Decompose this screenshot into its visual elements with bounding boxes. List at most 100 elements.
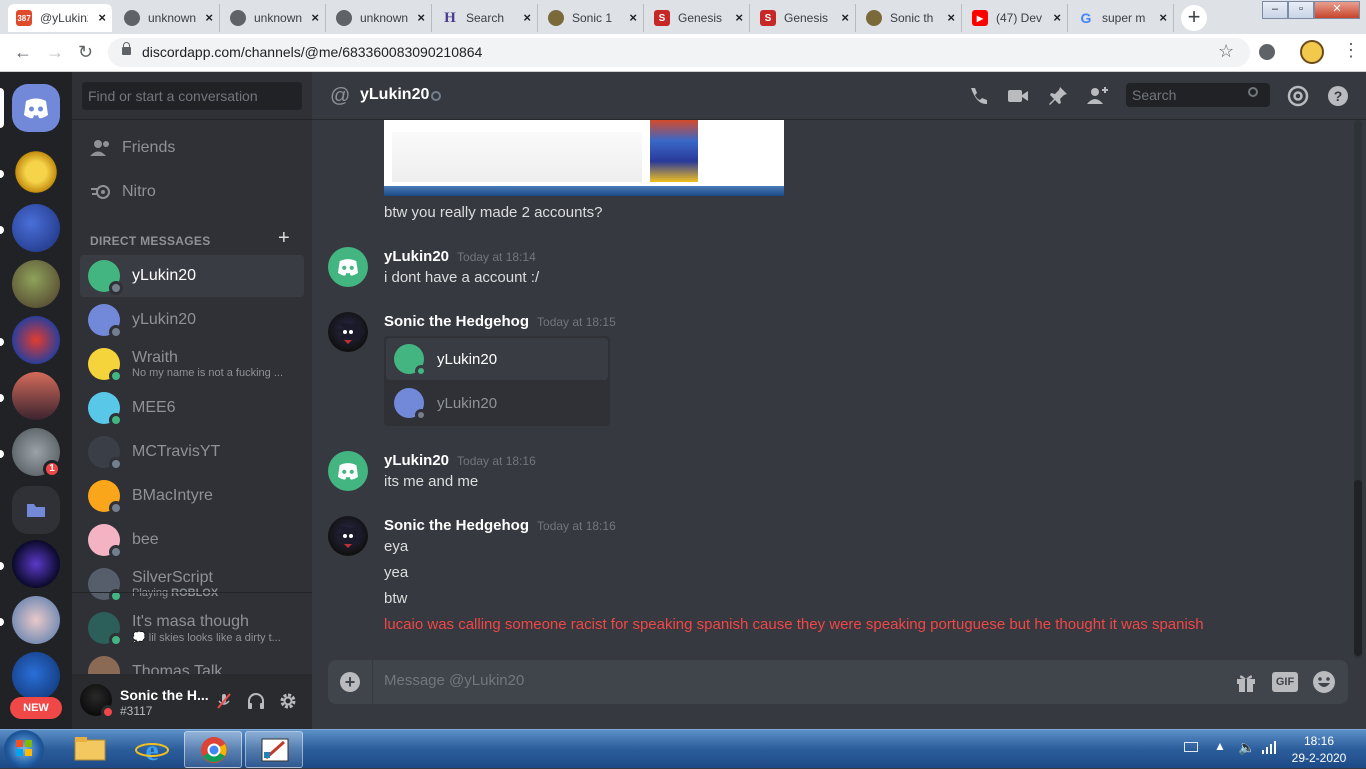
close-icon[interactable]: × [841,10,849,25]
message-timestamp: Today at 18:14 [457,250,536,264]
author-avatar[interactable] [328,312,368,352]
new-tab-button[interactable]: + [1181,5,1207,31]
emoji-icon[interactable] [1312,670,1336,694]
minimize-button[interactable]: – [1262,1,1288,19]
clock-date[interactable]: 29-2-2020 [1284,751,1354,765]
menu-icon[interactable]: ⋮ [1342,40,1360,61]
gif-button[interactable]: GIF [1272,672,1298,692]
tab-sonic1[interactable]: Sonic 1 × [540,4,644,32]
message-timestamp: Today at 18:15 [537,315,616,329]
server-icon-sonic-2[interactable] [12,652,60,700]
dm-item[interactable]: Wraith No my name is not a fucking ... [80,343,304,385]
paint-app[interactable] [245,731,303,768]
image-attachment[interactable] [384,120,784,196]
author-avatar[interactable] [328,516,368,556]
close-icon[interactable]: × [629,10,637,25]
close-icon[interactable]: × [523,10,531,25]
author-avatar[interactable] [328,247,368,287]
home-button[interactable] [12,84,60,132]
close-icon[interactable]: × [735,10,743,25]
server-icon-gold[interactable] [12,148,60,196]
server-icon-castle[interactable] [12,540,60,588]
close-icon[interactable]: × [205,10,213,25]
url-field[interactable]: discordapp.com/channels/@me/683360083090… [108,38,1250,67]
back-icon[interactable]: ← [14,42,32,63]
dm-item[interactable]: yLukin20 [80,255,304,297]
close-icon[interactable]: × [947,10,955,25]
new-badge[interactable]: NEW [10,697,62,719]
tab-unknown-2[interactable]: unknown × [222,4,326,32]
call-icon[interactable] [966,84,990,108]
reload-icon[interactable]: ↻ [78,42,93,63]
message-input[interactable]: Message @yLukin20 [384,672,524,689]
server-icon-sonic[interactable] [12,204,60,252]
tab-genesis-1[interactable]: S Genesis × [646,4,750,32]
author-name[interactable]: yLukin20 [384,452,449,469]
dm-item[interactable]: SilverScript Playing ROBLOX [80,563,304,605]
tab-google[interactable]: G super m × [1070,4,1174,32]
headphones-icon[interactable] [246,691,266,711]
author-name[interactable]: Sonic the Hedgehog [384,517,529,534]
extension-icon[interactable] [1259,44,1275,60]
author-name[interactable]: yLukin20 [384,248,449,265]
discord-default-avatar-icon [338,463,358,480]
dm-list-screenshot-embed[interactable]: yLukin20 yLukin20 [384,336,610,426]
tab-search[interactable]: H Search × [434,4,538,32]
close-window-button[interactable]: ✕ [1314,1,1360,19]
tab-discord[interactable]: 387 @yLukin20 × [8,4,112,32]
profile-avatar[interactable] [1300,40,1324,64]
keyboard-icon[interactable] [1184,742,1198,752]
forward-icon[interactable]: → [46,42,64,63]
mentions-icon[interactable] [1286,84,1310,108]
start-button[interactable] [4,730,44,768]
server-folder[interactable] [12,486,60,534]
author-avatar[interactable] [328,451,368,491]
help-icon[interactable]: ? [1326,84,1350,108]
message-scrollbar[interactable] [1354,120,1362,658]
clock-time[interactable]: 18:16 [1284,734,1354,748]
screenshot-thumbnails [650,120,698,182]
tab-unknown-1[interactable]: unknown × [116,4,220,32]
server-icon-sonic-logo[interactable] [12,316,60,364]
server-icon-peach[interactable] [12,596,60,644]
server-icon-landscape[interactable] [12,260,60,308]
network-signal-icon[interactable] [1262,740,1276,754]
dm-item[interactable]: MCTravisYT [80,431,304,473]
dm-item[interactable]: Thomas Talk [80,651,304,674]
close-icon[interactable]: × [417,10,425,25]
tab-sonic-the[interactable]: Sonic th × [858,4,962,32]
chrome-app[interactable] [184,731,242,768]
tab-youtube[interactable]: ▶ (47) Dev × [964,4,1068,32]
gift-icon[interactable] [1234,670,1258,694]
mute-icon[interactable] [214,691,234,711]
dm-item[interactable]: MEE6 [80,387,304,429]
settings-gear-icon[interactable] [278,691,298,711]
show-hidden-icons[interactable]: ▲ [1214,739,1226,753]
volume-icon[interactable]: 🔈 [1238,739,1255,756]
maximize-button[interactable]: ▫ [1288,1,1314,19]
file-explorer-app[interactable] [61,731,119,768]
pin-icon[interactable] [1046,84,1070,108]
star-icon[interactable]: ☆ [1218,41,1234,62]
internet-explorer-app[interactable]: e [123,731,181,768]
dm-avatar [88,348,123,383]
tab-genesis-2[interactable]: S Genesis × [752,4,856,32]
user-avatar[interactable] [80,684,115,719]
dm-text: MCTravisYT [132,443,302,461]
close-icon[interactable]: × [311,10,319,25]
scrollbar-thumb[interactable] [1354,480,1362,656]
tab-unknown-3[interactable]: unknown × [328,4,432,32]
dm-item[interactable]: yLukin20 [80,299,304,341]
dm-item[interactable]: BMacIntyre [80,475,304,517]
server-icon-sunset[interactable] [12,372,60,420]
dm-item[interactable]: bee [80,519,304,561]
dm-item[interactable]: It's masa though 💭 lil skies looks like a… [80,607,304,649]
add-friend-icon[interactable] [1086,84,1110,108]
video-call-icon[interactable] [1006,84,1030,108]
author-name[interactable]: Sonic the Hedgehog [384,313,529,330]
embed-dm-row: yLukin20 [386,338,608,380]
close-icon[interactable]: × [1159,10,1167,25]
attach-plus-icon[interactable]: + [340,672,360,692]
close-icon[interactable]: × [98,10,106,25]
close-icon[interactable]: × [1053,10,1061,25]
